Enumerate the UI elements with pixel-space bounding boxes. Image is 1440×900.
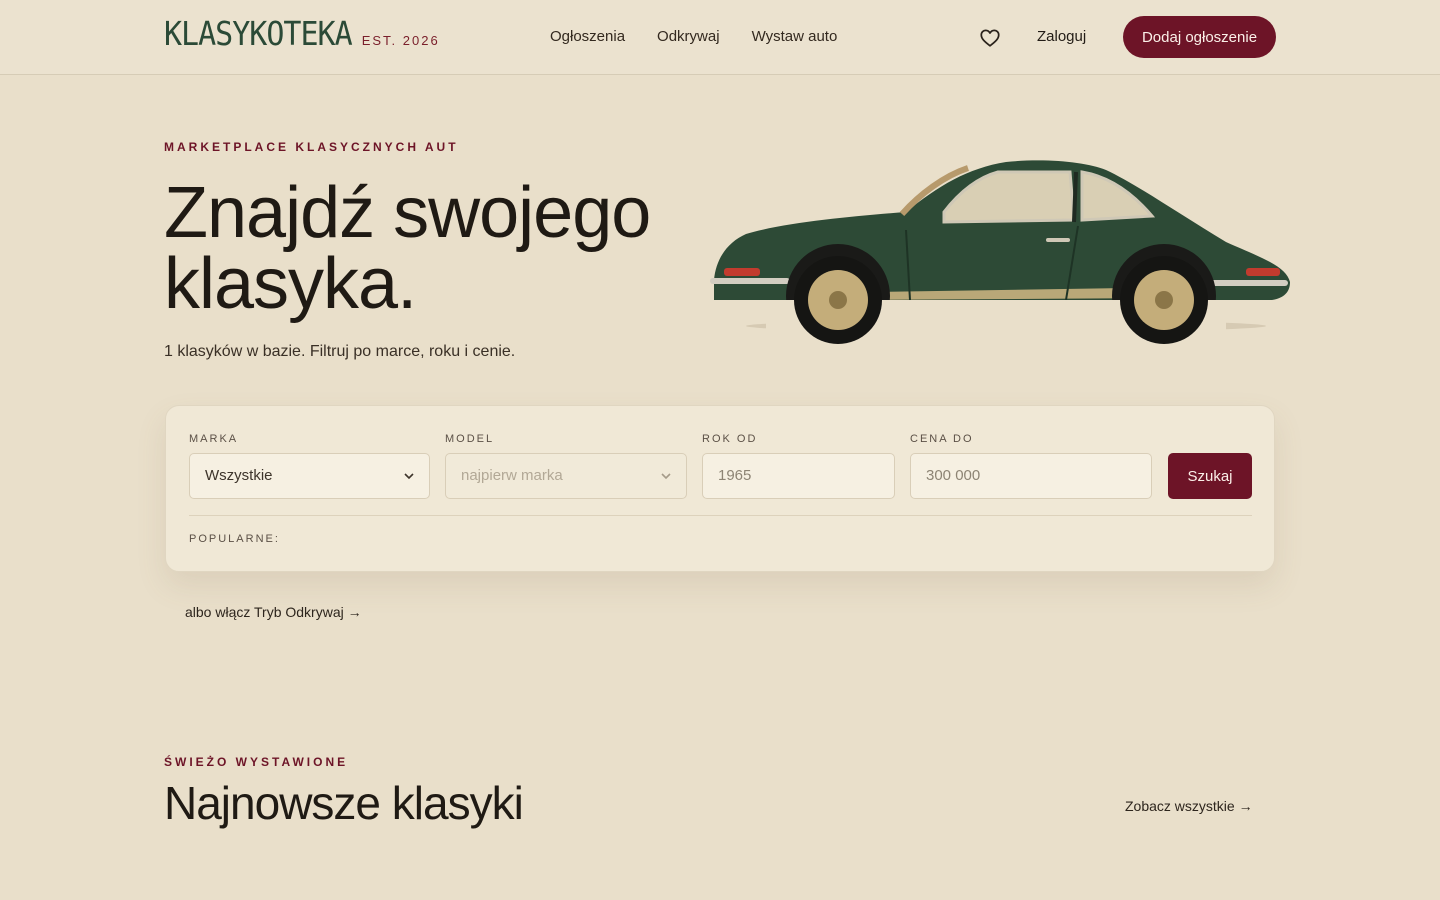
chevron-down-icon [404, 473, 414, 480]
make-select[interactable]: Wszystkie [189, 453, 430, 499]
hero-title-line-1: Znajdź swojego [164, 173, 651, 253]
hero-title: Znajdź swojego klasyka. [164, 177, 724, 320]
model-select[interactable]: najpierw marka [445, 453, 687, 499]
hero-subtitle: 1 klasyków w bazie. Filtruj po marce, ro… [164, 343, 516, 360]
nav-item-discover[interactable]: Odkrywaj [657, 28, 720, 45]
year-from-input[interactable]: 1965 [702, 453, 895, 499]
search-button[interactable]: Szukaj [1168, 453, 1252, 499]
discover-mode-link[interactable]: albo włącz Tryb Odkrywaj → [185, 604, 362, 620]
heart-icon[interactable] [979, 27, 1001, 49]
search-card: MARKA Wszystkie MODEL najpierw marka ROK… [165, 405, 1275, 572]
price-to-input[interactable]: 300 000 [910, 453, 1152, 499]
latest-eyebrow: ŚWIEŻO WYSTAWIONE [164, 755, 349, 769]
add-listing-button[interactable]: Dodaj ogłoszenie [1123, 16, 1276, 58]
card-divider [189, 515, 1252, 516]
login-link[interactable]: Zaloguj [1037, 28, 1086, 45]
nav-item-sell-car[interactable]: Wystaw auto [752, 28, 838, 45]
classic-car-illustration [710, 160, 1290, 350]
year-from-label: ROK OD [702, 433, 758, 445]
latest-title: Najnowsze klasyki [164, 777, 524, 829]
site-header: KLASYKOTEKA EST. 2026 Ogłoszenia Odkrywa… [0, 0, 1440, 75]
hero-eyebrow: MARKETPLACE KLASYCZNYCH AUT [164, 140, 459, 154]
logo-wordmark: KLASYKOTEKA [164, 15, 353, 54]
logo[interactable]: KLASYKOTEKA EST. 2026 [164, 15, 440, 54]
model-label: MODEL [445, 433, 495, 445]
model-select-placeholder: najpierw marka [461, 467, 563, 484]
see-all-link[interactable]: Zobacz wszystkie → [1125, 798, 1253, 814]
make-label: MARKA [189, 433, 239, 445]
chevron-down-icon [661, 473, 671, 480]
logo-tagline: EST. 2026 [361, 33, 440, 48]
hero-title-line-2: klasyka. [164, 244, 417, 324]
nav-item-listings[interactable]: Ogłoszenia [550, 28, 625, 45]
price-to-label: CENA DO [910, 433, 974, 445]
popular-label: POPULARNE: [189, 533, 280, 545]
make-select-value: Wszystkie [205, 467, 273, 484]
main-nav: Ogłoszenia Odkrywaj Wystaw auto [550, 28, 837, 45]
